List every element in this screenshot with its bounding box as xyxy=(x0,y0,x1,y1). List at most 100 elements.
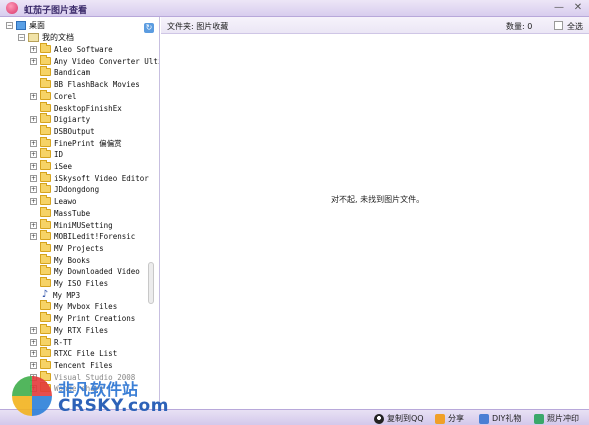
tree-item-label: JDdongdong xyxy=(54,184,100,194)
tree-item[interactable]: MV Projects xyxy=(30,242,104,254)
folder-icon xyxy=(40,125,51,135)
close-button[interactable]: ✕ xyxy=(570,1,586,15)
folder-icon xyxy=(40,242,51,252)
expand-icon[interactable]: + xyxy=(30,197,37,205)
tree-item-label: Any Video Converter Ultim xyxy=(54,56,160,66)
folder-icon xyxy=(40,312,51,322)
tree-item[interactable]: + Tencent Files xyxy=(30,359,113,371)
tree-item-label: DesktopFinishEx xyxy=(54,103,122,113)
tree-item[interactable]: + RTXC File List xyxy=(30,347,117,359)
folder-icon xyxy=(40,195,51,205)
folder-icon xyxy=(40,160,51,170)
window-title: 虹茄子图片查看 xyxy=(24,6,88,16)
diy-gift-button[interactable]: DIY礼物 xyxy=(479,413,521,424)
tree-item-label: Corel xyxy=(54,91,77,101)
copy-to-qq-button[interactable]: 复制到QQ xyxy=(374,413,424,424)
tree-item-label: MV Projects xyxy=(54,243,104,253)
tree-item[interactable]: My Mvbox Files xyxy=(30,300,117,312)
expand-icon[interactable]: + xyxy=(30,338,37,346)
tree-item[interactable]: + Leawo xyxy=(30,195,77,207)
documents-icon xyxy=(28,32,39,42)
tree-item-label: iSkysoft Video Editor xyxy=(54,173,149,183)
folder-icon xyxy=(40,230,51,240)
refresh-icon[interactable]: ↻ xyxy=(144,23,154,33)
tree-item-label: 我的文档 xyxy=(42,32,74,42)
tree-item[interactable]: Bandicam xyxy=(30,66,90,78)
expand-icon[interactable]: + xyxy=(30,115,37,123)
current-folder-label: 文件夹: 图片收藏 xyxy=(167,22,229,31)
expand-icon[interactable]: + xyxy=(30,361,37,369)
expand-icon[interactable]: + xyxy=(30,57,37,65)
tree-item-label: Digiarty xyxy=(54,114,91,124)
folder-icon xyxy=(40,55,51,65)
tree-item[interactable]: + Corel xyxy=(30,90,77,102)
tree-item-desktop[interactable]: − 桌面 xyxy=(6,19,45,31)
folder-icon xyxy=(40,66,51,76)
expand-icon[interactable]: + xyxy=(30,92,37,100)
expand-icon[interactable]: + xyxy=(30,349,37,357)
tree-item-label: R-TT xyxy=(54,337,73,347)
toolbar: 文件夹: 图片收藏 数量: 0 全选 xyxy=(161,17,589,34)
tree-item[interactable]: BB FlashBack Movies xyxy=(30,78,140,90)
expand-icon[interactable]: + xyxy=(30,139,37,147)
tree-item[interactable]: + Aleo Software xyxy=(30,43,113,55)
tree-item-documents[interactable]: − 我的文档 xyxy=(18,31,74,43)
qq-icon xyxy=(374,413,384,424)
tree-item-label: MiniMUSetting xyxy=(54,220,113,230)
tree-item-label: BB FlashBack Movies xyxy=(54,79,140,89)
tree-item[interactable]: + ID xyxy=(30,148,63,160)
expand-icon[interactable]: + xyxy=(30,174,37,182)
tree-item[interactable]: + JDdongdong xyxy=(30,183,99,195)
tree-item-label: DSBOutput xyxy=(54,126,95,136)
app-icon xyxy=(6,2,18,14)
expand-icon[interactable]: + xyxy=(30,150,37,158)
tree-item-label: Leawo xyxy=(54,196,77,206)
tree-item-label: My Print Creations xyxy=(54,313,136,323)
folder-icon xyxy=(40,254,51,264)
tree-item-label: FinePrint 偏偏赏 xyxy=(54,138,122,148)
expand-icon[interactable]: + xyxy=(30,221,37,229)
minimize-button[interactable]: — xyxy=(551,1,567,15)
tree-item[interactable]: My Downloaded Video xyxy=(30,265,140,277)
image-count-label: 数量: 0 xyxy=(506,22,533,31)
folder-icon xyxy=(40,172,51,182)
tree-item[interactable]: + My RTX Files xyxy=(30,324,108,336)
tree-item[interactable]: + Digiarty xyxy=(30,113,90,125)
expand-icon[interactable]: + xyxy=(30,326,37,334)
expand-icon[interactable]: + xyxy=(30,232,37,240)
folder-icon xyxy=(40,219,51,229)
thumbnail-area: 对不起, 未找到图片文件。 xyxy=(161,34,589,409)
folder-tree: ↻ − 桌面 − 我的文档 + Aleo Software + Any Video C… xyxy=(0,17,160,409)
select-all-label[interactable]: 全选 xyxy=(567,21,583,32)
tree-item[interactable]: + iSee xyxy=(30,160,72,172)
music-note-icon: ♪ xyxy=(41,289,49,300)
photo-print-button[interactable]: 照片冲印 xyxy=(534,413,579,424)
tree-item-label: Tencent Files xyxy=(54,360,113,370)
watermark-en: CRSKY.com xyxy=(58,396,169,416)
folder-icon xyxy=(40,102,51,112)
share-label: 分享 xyxy=(448,414,464,423)
scrollbar-thumb[interactable] xyxy=(148,262,154,304)
folder-icon xyxy=(40,90,51,100)
tree-item[interactable]: My ISO Files xyxy=(30,277,108,289)
expand-icon[interactable]: + xyxy=(30,162,37,170)
tree-item[interactable]: MassTube xyxy=(30,207,90,219)
share-button[interactable]: 分享 xyxy=(435,413,464,424)
collapse-icon[interactable]: − xyxy=(6,21,13,29)
empty-message: 对不起, 未找到图片文件。 xyxy=(331,195,425,204)
collapse-icon[interactable]: − xyxy=(18,33,25,41)
folder-icon xyxy=(40,78,51,88)
expand-icon[interactable]: + xyxy=(30,185,37,193)
share-icon xyxy=(435,413,445,424)
tree-item[interactable]: DSBOutput xyxy=(30,125,95,137)
tree-item-label: Aleo Software xyxy=(54,44,113,54)
tree-item[interactable]: My Print Creations xyxy=(30,312,135,324)
tree-item-label: ID xyxy=(54,149,64,159)
tree-item-label: My Books xyxy=(54,255,91,265)
tree-item[interactable]: + MOBILedit!Forensic xyxy=(30,230,135,242)
expand-icon[interactable]: + xyxy=(30,45,37,53)
tree-item-label: MOBILedit!Forensic xyxy=(54,231,136,241)
tree-item-label: My RTX Files xyxy=(54,325,109,335)
select-all-checkbox[interactable] xyxy=(554,21,563,30)
folder-icon xyxy=(40,336,51,346)
